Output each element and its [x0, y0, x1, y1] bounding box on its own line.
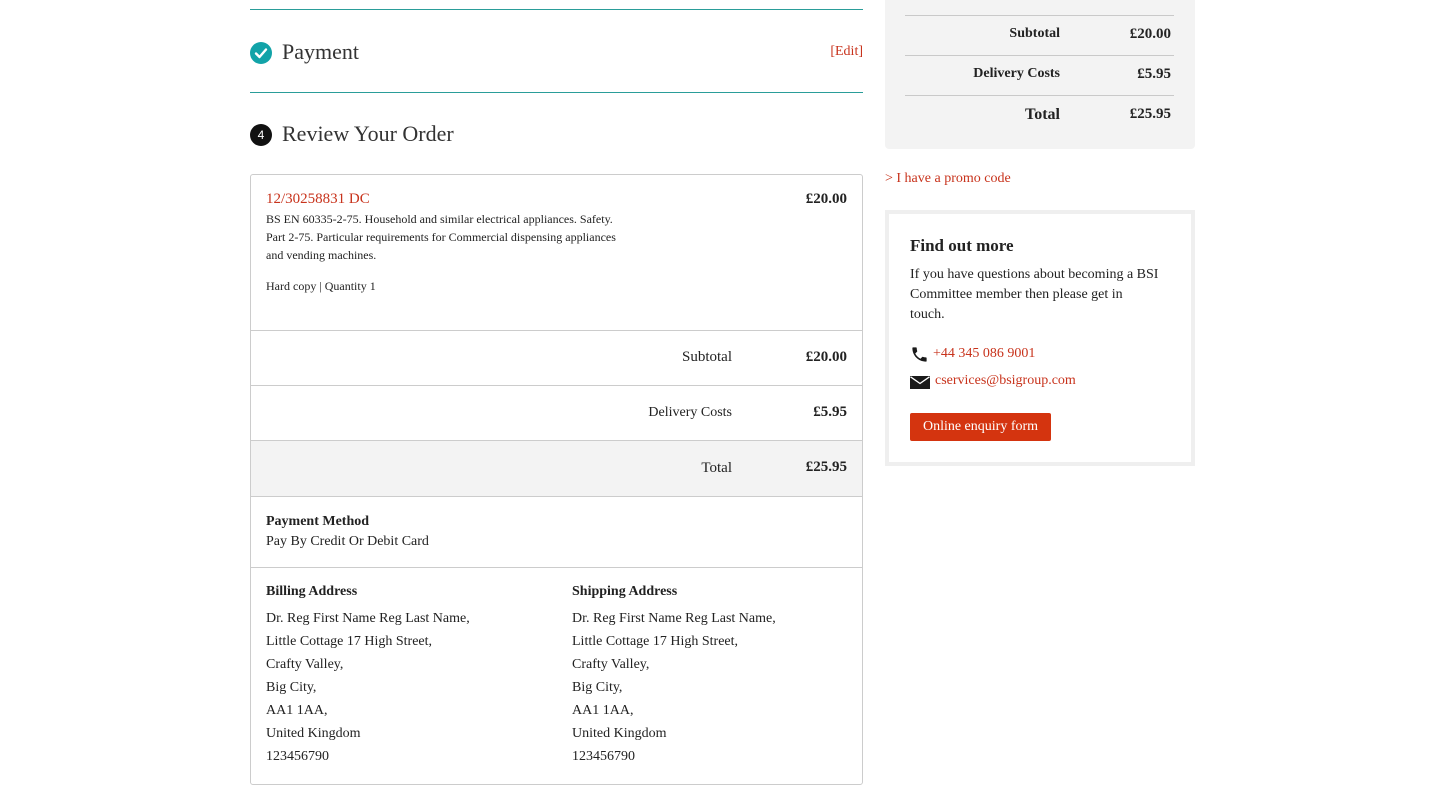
- billing-line: Dr. Reg First Name Reg Last Name,: [266, 611, 470, 626]
- summary-total-label: Total: [1025, 106, 1060, 123]
- phone-icon: [910, 345, 929, 369]
- summary-delivery-label: Delivery Costs: [973, 66, 1060, 81]
- item-meta: Hard copy | Quantity 1: [266, 277, 376, 295]
- billing-line: AA1 1AA,: [266, 703, 328, 718]
- shipping-line: 123456790: [572, 749, 635, 764]
- subtotal-value: £20.00: [805, 349, 847, 365]
- mail-icon: [910, 376, 930, 394]
- shipping-line: Dr. Reg First Name Reg Last Name,: [572, 611, 776, 626]
- order-summary-box: Subtotal £20.00 Delivery Costs £5.95 Tot…: [885, 0, 1195, 149]
- summary-divider: [905, 95, 1174, 96]
- online-enquiry-button[interactable]: Online enquiry form: [910, 413, 1051, 441]
- shipping-address: Shipping Address Dr. Reg First Name Reg …: [572, 584, 852, 768]
- payment-step-title: Payment: [282, 39, 359, 64]
- summary-divider: [905, 55, 1174, 56]
- summary-subtotal-label: Subtotal: [1009, 26, 1060, 41]
- find-out-more-panel: Find out more If you have questions abou…: [885, 210, 1195, 466]
- edit-payment-link[interactable]: [Edit]: [830, 44, 863, 60]
- find-out-text: If you have questions about becoming a B…: [910, 267, 1159, 322]
- addresses-section: Billing Address Dr. Reg First Name Reg L…: [251, 567, 862, 784]
- summary-subtotal-value: £20.00: [1129, 26, 1171, 42]
- summary-delivery-value: £5.95: [1137, 66, 1171, 82]
- billing-address-label: Billing Address: [266, 584, 358, 599]
- check-circle-icon: [250, 42, 272, 64]
- subtotal-label: Subtotal: [681, 349, 732, 365]
- billing-line: United Kingdom: [266, 726, 361, 741]
- delivery-row: Delivery Costs £5.95: [251, 385, 862, 441]
- item-price: £20.00: [805, 191, 847, 207]
- payment-method-label: Payment Method: [266, 514, 370, 529]
- delivery-label: Delivery Costs: [648, 405, 732, 420]
- top-divider: [250, 9, 863, 10]
- review-order-box: 12/30258831 DC £20.00 BS EN 60335-2-75. …: [250, 174, 863, 785]
- summary-divider: [905, 15, 1174, 16]
- billing-line: 123456790: [266, 749, 329, 764]
- shipping-line: United Kingdom: [572, 726, 667, 741]
- billing-line: Big City,: [266, 680, 317, 695]
- promo-code-link[interactable]: > I have a promo code: [885, 171, 1011, 187]
- item-format: Hard copy: [266, 279, 317, 293]
- billing-line: Little Cottage 17 High Street,: [266, 634, 433, 649]
- total-label: Total: [701, 460, 732, 476]
- item-quantity: Quantity 1: [324, 279, 376, 293]
- product-code-link[interactable]: 12/30258831 DC: [266, 191, 370, 208]
- meta-separator: |: [319, 279, 322, 293]
- delivery-value: £5.95: [813, 404, 847, 420]
- product-description: BS EN 60335-2-75. Household and similar …: [266, 212, 616, 262]
- step-number-badge: 4: [250, 124, 272, 146]
- phone-link[interactable]: +44 345 086 9001: [933, 346, 1035, 362]
- shipping-line: Big City,: [572, 680, 623, 695]
- review-step-title: Review Your Order: [282, 121, 454, 146]
- summary-total-value: £25.95: [1129, 106, 1171, 122]
- payment-method-section: Payment Method Pay By Credit Or Debit Ca…: [251, 496, 862, 568]
- shipping-address-label: Shipping Address: [572, 584, 678, 599]
- shipping-line: Little Cottage 17 High Street,: [572, 634, 739, 649]
- billing-address: Billing Address Dr. Reg First Name Reg L…: [266, 584, 556, 768]
- email-link[interactable]: cservices@bsigroup.com: [935, 373, 1076, 389]
- shipping-line: AA1 1AA,: [572, 703, 634, 718]
- total-value: £25.95: [805, 459, 847, 475]
- shipping-line: Crafty Valley,: [572, 657, 650, 672]
- payment-method-value: Pay By Credit Or Debit Card: [266, 534, 429, 549]
- subtotal-row: Subtotal £20.00: [251, 330, 862, 386]
- find-out-title: Find out more: [910, 236, 1014, 255]
- billing-line: Crafty Valley,: [266, 657, 344, 672]
- total-row: Total £25.95: [251, 440, 862, 496]
- payment-divider: [250, 92, 863, 93]
